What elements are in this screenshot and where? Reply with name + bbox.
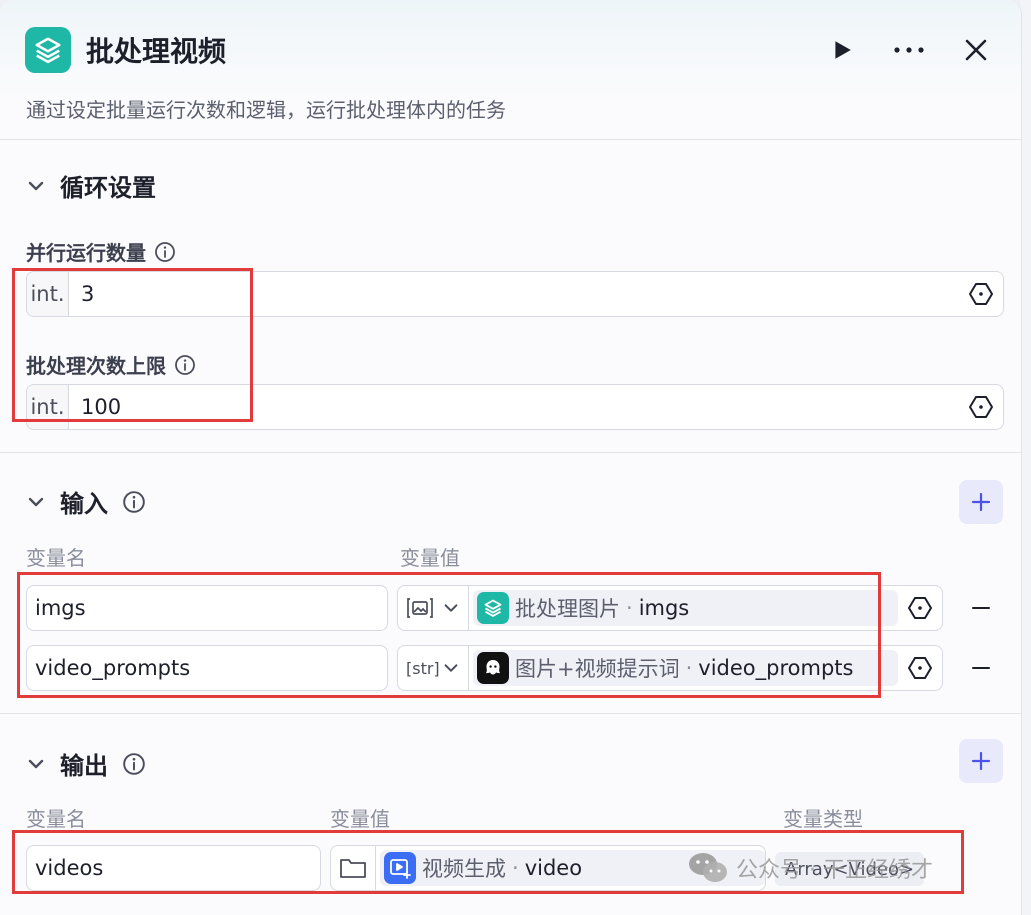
- add-output-button[interactable]: [959, 739, 1003, 783]
- ref-separator: ·: [512, 856, 519, 880]
- variable-reference-button[interactable]: [959, 385, 1003, 429]
- batch-node-panel: 批处理视频 通过设定批量运行次数和逻辑，运行批处理体内的任务 循环设置 并行运行…: [0, 0, 1022, 915]
- output-col-value-header: 变量值: [330, 807, 390, 831]
- info-icon[interactable]: [122, 490, 146, 514]
- ref-var-name: video_prompts: [698, 656, 854, 680]
- parallel-count-value[interactable]: 3: [69, 282, 959, 306]
- output-col-name-header: 变量名: [26, 807, 86, 831]
- image-type-icon: [407, 598, 433, 618]
- info-icon[interactable]: [174, 354, 196, 376]
- watermark-text: 公众号 · 干正经绣才: [736, 858, 933, 883]
- variable-reference-tag[interactable]: 图片+视频提示词 · video_prompts: [473, 650, 898, 686]
- more-options-button[interactable]: [889, 30, 929, 70]
- batch-limit-label: 批处理次数上限: [26, 350, 196, 379]
- parallel-count-label-text: 并行运行数量: [26, 241, 146, 265]
- minus-icon: [972, 607, 990, 609]
- plus-icon: [971, 751, 991, 771]
- chevron-down-icon: [444, 664, 458, 672]
- output-section-header[interactable]: 输出: [26, 746, 146, 781]
- variable-hexagon-icon: [908, 597, 932, 619]
- minus-icon: [972, 667, 990, 669]
- input-col-value-header: 变量值: [400, 546, 460, 570]
- close-button[interactable]: [956, 30, 996, 70]
- variable-hexagon-icon: [908, 657, 932, 679]
- batch-layers-icon: [25, 27, 71, 73]
- loop-settings-header[interactable]: 循环设置: [26, 168, 156, 203]
- var-type-selector[interactable]: [str]: [398, 646, 469, 690]
- input-var-name-field[interactable]: imgs: [26, 585, 388, 631]
- llm-node-icon: [477, 652, 509, 684]
- variable-hexagon-icon: [969, 396, 993, 418]
- panel-header: 批处理视频 通过设定批量运行次数和逻辑，运行批处理体内的任务: [0, 0, 1021, 140]
- run-button[interactable]: [822, 30, 862, 70]
- string-type-icon: [str]: [406, 658, 440, 678]
- play-icon: [835, 41, 851, 59]
- more-icon: [894, 47, 924, 53]
- batch-limit-input[interactable]: int. 100: [26, 384, 1004, 430]
- ref-node-name: 视频生成: [422, 857, 506, 881]
- folder-icon: [340, 859, 366, 878]
- variable-reference-button[interactable]: [959, 272, 1003, 316]
- section-divider: [0, 452, 1021, 453]
- ref-node-name: 批处理图片: [515, 597, 620, 621]
- var-type-selector[interactable]: [331, 846, 376, 890]
- batch-layers-icon: [477, 592, 509, 624]
- ref-separator: ·: [685, 656, 693, 680]
- plus-icon: [971, 492, 991, 512]
- variable-hexagon-icon: [969, 283, 993, 305]
- batch-limit-value[interactable]: 100: [69, 395, 959, 419]
- info-icon[interactable]: [122, 752, 146, 776]
- info-icon[interactable]: [154, 241, 176, 263]
- chevron-down-icon: [28, 759, 44, 768]
- section-title-input: 输入: [60, 490, 108, 518]
- remove-input-button[interactable]: [966, 653, 996, 683]
- remove-input-button[interactable]: [966, 593, 996, 623]
- variable-reference-tag[interactable]: 批处理图片 · imgs: [473, 590, 898, 626]
- watermark: 公众号 · 干正经绣才: [688, 852, 933, 884]
- chevron-down-icon: [28, 181, 44, 190]
- input-section-header[interactable]: 输入: [26, 484, 146, 519]
- video-generate-icon: [384, 852, 416, 884]
- batch-limit-label-text: 批处理次数上限: [26, 354, 166, 378]
- variable-reference-button[interactable]: [898, 646, 942, 690]
- input-var-name-field[interactable]: video_prompts: [26, 645, 388, 691]
- add-input-button[interactable]: [959, 480, 1003, 524]
- input-var-value-field[interactable]: 批处理图片 · imgs: [397, 585, 943, 631]
- ref-var-name: imgs: [638, 596, 690, 620]
- ref-var-name: video: [524, 856, 583, 880]
- output-var-name-field[interactable]: videos: [26, 845, 321, 891]
- section-title-loop: 循环设置: [60, 174, 156, 202]
- close-icon: [965, 39, 987, 61]
- variable-reference-button[interactable]: [898, 586, 942, 630]
- chevron-down-icon: [28, 497, 44, 506]
- wechat-icon: [689, 853, 727, 882]
- ref-node-name: 图片+视频提示词: [515, 657, 680, 681]
- node-description: 通过设定批量运行次数和逻辑，运行批处理体内的任务: [26, 98, 506, 122]
- input-var-value-field[interactable]: [str] 图片+视频提示词 · video_prompts: [397, 645, 943, 691]
- int-type-prefix: int.: [27, 385, 69, 429]
- int-type-prefix: int.: [27, 272, 69, 316]
- output-col-type-header: 变量类型: [783, 807, 863, 831]
- ref-separator: ·: [626, 596, 633, 620]
- parallel-count-input[interactable]: int. 3: [26, 271, 1004, 317]
- chevron-down-icon: [444, 604, 458, 612]
- var-type-selector[interactable]: [398, 586, 469, 630]
- section-title-output: 输出: [60, 752, 108, 780]
- section-divider: [0, 713, 1021, 714]
- page-title: 批处理视频: [86, 35, 227, 68]
- input-col-name-header: 变量名: [26, 546, 86, 570]
- parallel-count-label: 并行运行数量: [26, 237, 176, 266]
